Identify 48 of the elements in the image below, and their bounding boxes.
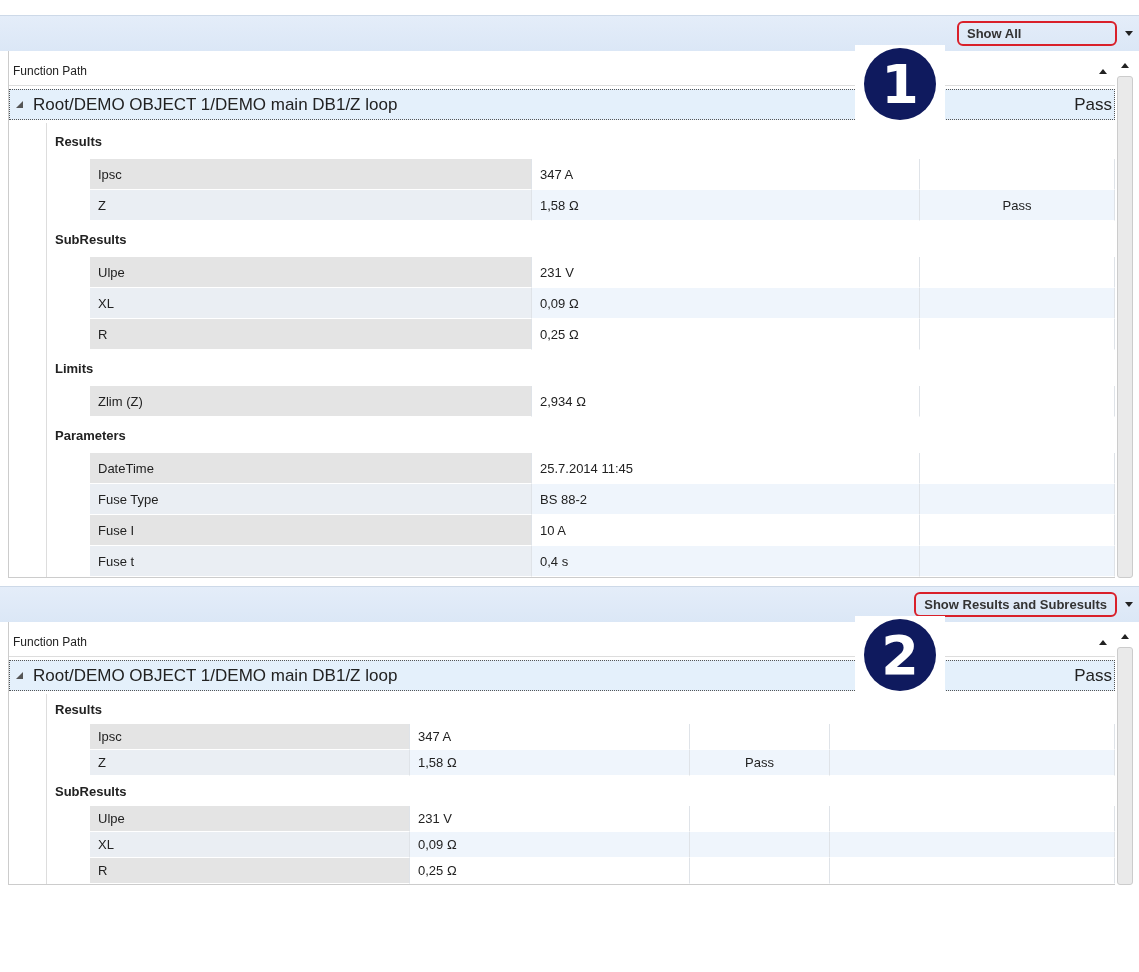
section-header: SubResults <box>54 782 128 801</box>
table-cell: XL <box>90 288 532 319</box>
table-cell: Fuse I <box>90 515 532 546</box>
table-cell: DateTime <box>90 453 532 484</box>
table-cell: 1,58 Ω <box>410 750 690 776</box>
status-text: Pass <box>1074 665 1112 686</box>
number-badge: 2 <box>855 616 945 694</box>
table-cell: XL <box>90 832 410 858</box>
section-header: SubResults <box>54 230 128 249</box>
table-cell: Pass <box>920 190 1115 221</box>
filter-dropdown[interactable]: Show All <box>957 21 1117 46</box>
filter-dropdown[interactable]: Show Results and Subresults <box>914 592 1117 617</box>
table-cell: BS 88-2 <box>532 484 920 515</box>
table-cell: Z <box>90 190 532 221</box>
table-cell: R <box>90 319 532 350</box>
table-cell: R <box>90 858 410 884</box>
table-cell: 0,09 Ω <box>410 832 690 858</box>
sort-arrow-icon <box>1099 68 1107 74</box>
table-cell: Ipsc <box>90 159 532 190</box>
table-cell: 0,25 Ω <box>410 858 690 884</box>
scroll-up-icon[interactable] <box>1121 634 1129 639</box>
section-header: Limits <box>54 359 95 378</box>
table-cell: Fuse Type <box>90 484 532 515</box>
expand-triangle-icon[interactable] <box>16 672 23 679</box>
section-header: Parameters <box>54 426 127 445</box>
sort-arrow-icon <box>1099 639 1107 645</box>
scroll-up-icon[interactable] <box>1121 63 1129 68</box>
function-path: Root/DEMO OBJECT 1/DEMO main DB1/Z loop <box>33 94 399 115</box>
table-cell: 0,25 Ω <box>532 319 920 350</box>
section-header: Results <box>54 132 103 151</box>
table-cell: Ipsc <box>90 724 410 750</box>
expand-triangle-icon[interactable] <box>16 101 23 108</box>
table-cell: Ulpe <box>90 806 410 832</box>
table-cell: Pass <box>690 750 830 776</box>
table-cell: Z <box>90 750 410 776</box>
number-badge: 1 <box>855 45 945 123</box>
table-cell: 1,58 Ω <box>532 190 920 221</box>
table-cell: 0,4 s <box>532 546 920 577</box>
table-cell: Fuse t <box>90 546 532 577</box>
table-cell: 2,934 Ω <box>532 386 920 417</box>
table-cell: Ulpe <box>90 257 532 288</box>
table-cell: 0,09 Ω <box>532 288 920 319</box>
status-text: Pass <box>1074 94 1112 115</box>
dropdown-caret-icon[interactable] <box>1125 31 1133 36</box>
function-path: Root/DEMO OBJECT 1/DEMO main DB1/Z loop <box>33 665 399 686</box>
table-cell: Zlim (Z) <box>90 386 532 417</box>
section-header: Results <box>54 700 103 719</box>
dropdown-caret-icon[interactable] <box>1125 602 1133 607</box>
